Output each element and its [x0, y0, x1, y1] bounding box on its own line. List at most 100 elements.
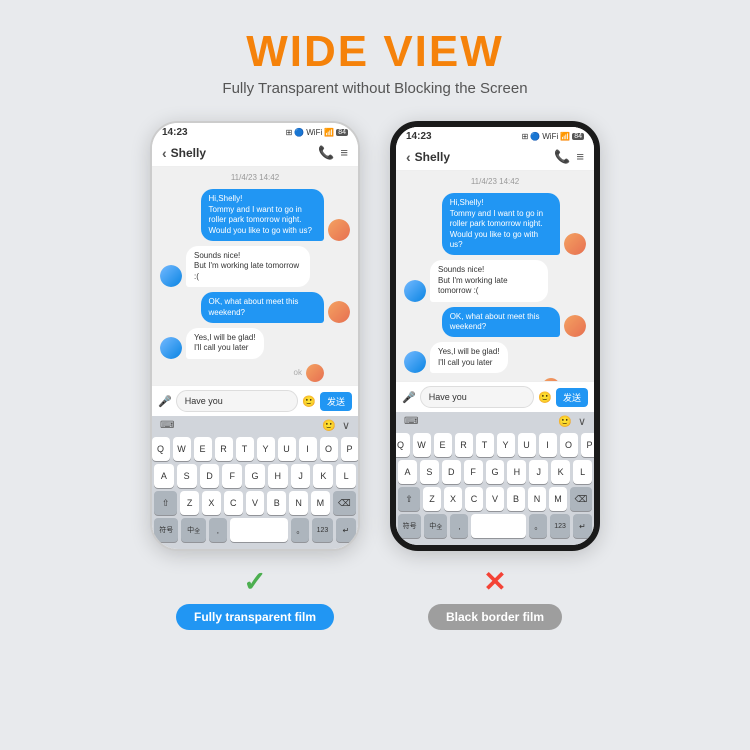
right-key-y[interactable]: Y: [497, 433, 515, 457]
right-key-t[interactable]: T: [476, 433, 494, 457]
left-key-symbol[interactable]: 符号: [154, 518, 178, 542]
right-input-box[interactable]: Have you: [420, 386, 535, 408]
left-key-e[interactable]: E: [194, 437, 212, 461]
right-key-b[interactable]: B: [507, 487, 525, 511]
left-key-a[interactable]: A: [154, 464, 174, 488]
left-avatar-recv-1: [160, 265, 182, 287]
left-key-z[interactable]: Z: [180, 491, 199, 515]
right-key-x[interactable]: X: [444, 487, 462, 511]
right-phone: 14:23 ⊞ 🔵 WiFi 📶 84 ‹ Shelly: [390, 121, 600, 551]
right-key-o[interactable]: O: [560, 433, 578, 457]
right-menu-icon[interactable]: ≡: [576, 149, 584, 165]
right-key-m[interactable]: M: [549, 487, 567, 511]
left-key-q[interactable]: Q: [152, 437, 170, 461]
right-key-g[interactable]: G: [486, 460, 505, 484]
left-key-s[interactable]: S: [177, 464, 197, 488]
left-key-c[interactable]: C: [224, 491, 243, 515]
left-key-space[interactable]: [230, 518, 288, 542]
left-menu-icon[interactable]: ≡: [340, 145, 348, 161]
left-status-bar: 14:23 ⊞ 🔵 WiFi 📶 84: [152, 123, 358, 140]
right-key-f[interactable]: F: [464, 460, 483, 484]
left-key-u[interactable]: U: [278, 437, 296, 461]
left-kb-tool-1[interactable]: ⌨: [160, 420, 174, 431]
right-chat-header-icons: 📞 ≡: [554, 149, 584, 165]
left-back-arrow[interactable]: ‹: [162, 145, 167, 161]
right-key-h[interactable]: H: [507, 460, 526, 484]
left-key-comma[interactable]: ,: [209, 518, 227, 542]
left-key-v[interactable]: V: [246, 491, 265, 515]
right-key-w[interactable]: W: [413, 433, 431, 457]
left-key-d[interactable]: D: [200, 464, 220, 488]
right-key-r[interactable]: R: [455, 433, 473, 457]
left-key-n[interactable]: N: [289, 491, 308, 515]
right-kb-chevron[interactable]: ∨: [578, 415, 586, 428]
left-kb-emoji-tool[interactable]: 🙂: [322, 419, 336, 432]
left-key-j[interactable]: J: [291, 464, 311, 488]
right-kb-emoji-tool[interactable]: 🙂: [558, 415, 572, 428]
right-phone-icon[interactable]: 📞: [554, 149, 570, 165]
left-key-w[interactable]: W: [173, 437, 191, 461]
right-key-s[interactable]: S: [420, 460, 439, 484]
left-kb-chevron[interactable]: ∨: [342, 419, 350, 432]
right-kb-tool-1[interactable]: ⌨: [404, 416, 418, 427]
right-key-123[interactable]: 123: [550, 514, 569, 538]
right-send-button[interactable]: 发送: [556, 388, 588, 407]
right-emoji-icon[interactable]: 🙂: [538, 391, 552, 404]
left-key-y[interactable]: Y: [257, 437, 275, 461]
left-key-l[interactable]: L: [336, 464, 356, 488]
right-key-q[interactable]: Q: [392, 433, 410, 457]
left-key-chinese[interactable]: 中全: [181, 518, 205, 542]
left-key-t[interactable]: T: [236, 437, 254, 461]
right-key-p[interactable]: P: [581, 433, 599, 457]
left-key-enter[interactable]: ↵: [336, 518, 356, 542]
right-status-icons: ⊞ 🔵 WiFi 📶 84: [522, 132, 584, 141]
left-key-f[interactable]: F: [222, 464, 242, 488]
left-key-backspace[interactable]: ⌫: [333, 491, 356, 515]
left-key-o[interactable]: O: [320, 437, 338, 461]
left-key-period[interactable]: 。: [291, 518, 309, 542]
left-key-shift[interactable]: ⇧: [154, 491, 177, 515]
right-key-period[interactable]: 。: [529, 514, 547, 538]
left-key-x[interactable]: X: [202, 491, 221, 515]
right-key-chinese[interactable]: 中全: [424, 514, 447, 538]
left-key-r[interactable]: R: [215, 437, 233, 461]
right-key-a[interactable]: A: [398, 460, 417, 484]
left-input-box[interactable]: Have you: [176, 390, 299, 412]
left-bubble-received-2: Yes,I will be glad!I'll call you later: [186, 328, 264, 359]
right-key-l[interactable]: L: [573, 460, 592, 484]
right-key-backspace[interactable]: ⌫: [570, 487, 592, 511]
left-check-mark: ✓: [243, 565, 266, 598]
left-mic-icon[interactable]: 🎤: [158, 395, 172, 408]
right-bubble-received-1: Sounds nice!But I'm working late tomorro…: [430, 260, 548, 301]
right-key-i[interactable]: I: [539, 433, 557, 457]
left-send-button[interactable]: 发送: [320, 392, 352, 411]
left-key-k[interactable]: K: [313, 464, 333, 488]
right-key-k[interactable]: K: [551, 460, 570, 484]
left-key-m[interactable]: M: [311, 491, 330, 515]
left-key-i[interactable]: I: [299, 437, 317, 461]
left-key-g[interactable]: G: [245, 464, 265, 488]
right-key-c[interactable]: C: [465, 487, 483, 511]
right-key-enter[interactable]: ↵: [573, 514, 592, 538]
right-key-u[interactable]: U: [518, 433, 536, 457]
right-mic-icon[interactable]: 🎤: [402, 391, 416, 404]
left-key-p[interactable]: P: [341, 437, 359, 461]
left-key-b[interactable]: B: [267, 491, 286, 515]
right-key-comma[interactable]: ,: [450, 514, 468, 538]
left-key-h[interactable]: H: [268, 464, 288, 488]
right-input-area: 🎤 Have you 🙂 发送: [396, 381, 594, 412]
right-key-e[interactable]: E: [434, 433, 452, 457]
right-key-z[interactable]: Z: [423, 487, 441, 511]
right-back-arrow[interactable]: ‹: [406, 149, 411, 165]
right-key-symbol[interactable]: 符号: [398, 514, 421, 538]
right-key-j[interactable]: J: [529, 460, 548, 484]
left-key-123[interactable]: 123: [312, 518, 332, 542]
right-key-d[interactable]: D: [442, 460, 461, 484]
right-key-space[interactable]: [471, 514, 526, 538]
left-emoji-icon[interactable]: 🙂: [302, 395, 316, 408]
right-key-shift[interactable]: ⇧: [398, 487, 420, 511]
right-key-n[interactable]: N: [528, 487, 546, 511]
right-key-v[interactable]: V: [486, 487, 504, 511]
left-kb-row-1: Q W E R T Y U I O P: [154, 437, 356, 461]
left-phone-icon[interactable]: 📞: [318, 145, 334, 161]
